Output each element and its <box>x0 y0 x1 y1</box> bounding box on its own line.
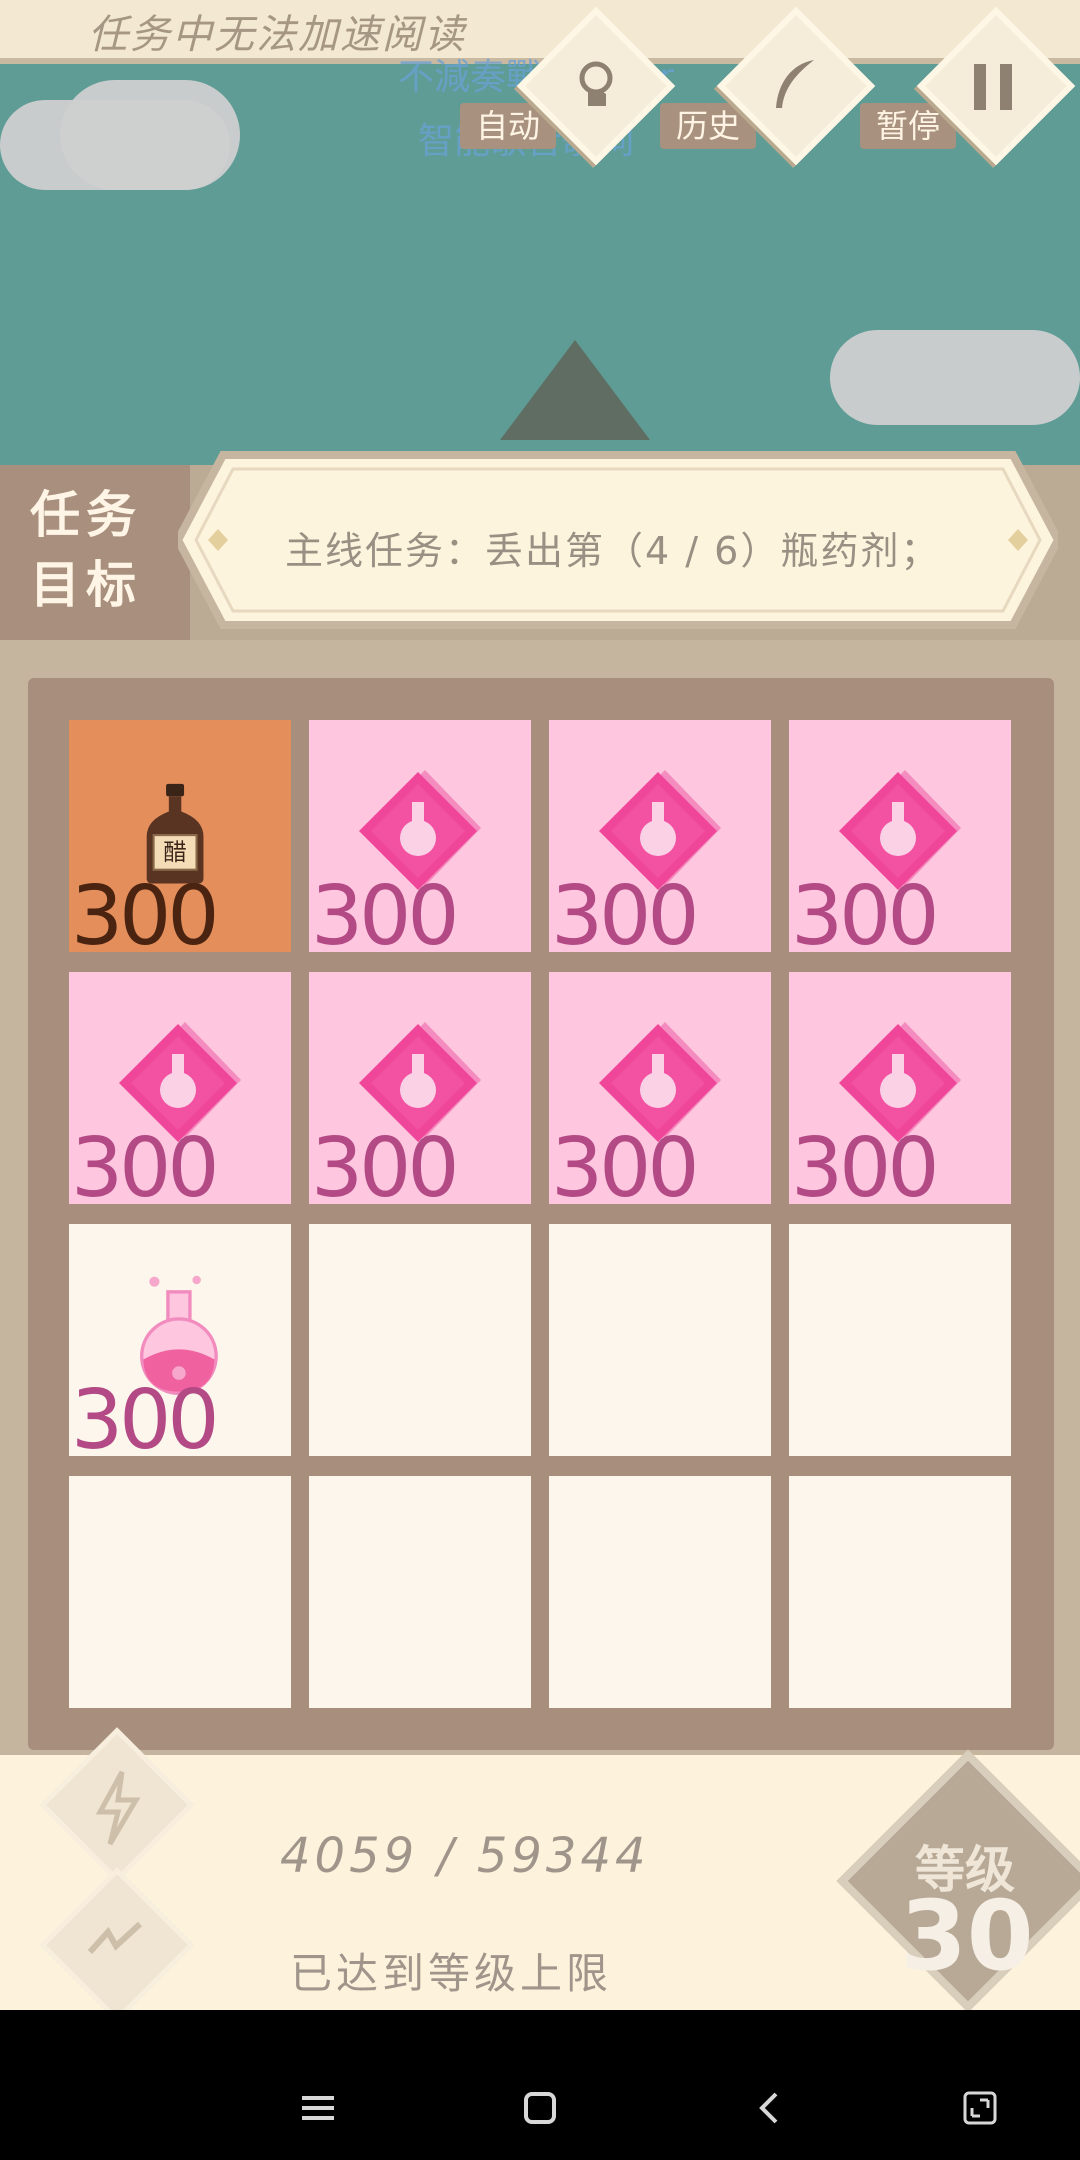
board-cell-gem[interactable]: 300 <box>549 720 771 958</box>
zigzag-icon <box>82 1912 152 1972</box>
cloud-left-2 <box>60 80 240 190</box>
cell-value: 300 <box>71 1121 220 1216</box>
cell-value: 300 <box>311 869 460 964</box>
board-cell-empty[interactable] <box>789 1224 1011 1456</box>
board-cell-gem[interactable]: 300 <box>549 972 771 1210</box>
cloud-right <box>830 330 1080 425</box>
level-value: 30 <box>900 1880 1034 1992</box>
rotate-screen-icon[interactable] <box>962 2090 998 2133</box>
board-cell-potion[interactable]: 300 <box>69 1224 291 1462</box>
board-cell-vinegar[interactable]: 醋 300 <box>69 720 291 958</box>
board-cell-gem[interactable]: 300 <box>789 972 1011 1210</box>
cell-value: 300 <box>71 1373 220 1468</box>
board-cell-gem[interactable]: 300 <box>309 972 531 1210</box>
max-level-text: 已达到等级上限 <box>290 1949 613 1998</box>
back-icon[interactable] <box>752 2090 788 2133</box>
board-cell-empty[interactable] <box>69 1476 291 1708</box>
cell-value: 300 <box>791 869 940 964</box>
board-cell-empty[interactable] <box>549 1476 771 1708</box>
task-text: 主线任务：丢出第（4 / 6）瓶药剂； <box>285 529 941 573</box>
cell-value: 300 <box>791 1121 940 1216</box>
board-cell-empty[interactable] <box>309 1224 531 1456</box>
hand-pointer-icon <box>566 58 626 118</box>
experience-progress: 4059 / 59344 <box>280 1828 650 1884</box>
cell-value: 300 <box>311 1121 460 1216</box>
board-cell-gem[interactable]: 300 <box>69 972 291 1210</box>
board-cell-empty[interactable] <box>789 1476 1011 1708</box>
menu-icon[interactable] <box>300 2090 336 2133</box>
cell-value: 300 <box>551 1121 700 1216</box>
board-cell-empty[interactable] <box>549 1224 771 1456</box>
task-label-line-2: 目标 <box>30 556 142 614</box>
feather-icon <box>762 52 828 118</box>
cell-value: 300 <box>71 869 220 964</box>
board-cell-gem[interactable]: 300 <box>789 720 1011 958</box>
cell-value: 300 <box>551 869 700 964</box>
home-icon[interactable] <box>522 2090 558 2133</box>
pause-icon <box>970 62 1020 112</box>
task-label-box: 任务 目标 <box>0 465 190 640</box>
task-label-line-1: 任务 <box>30 486 142 544</box>
mountain-peak <box>500 340 650 440</box>
bottle-label: 醋 <box>163 838 187 866</box>
board-cell-gem[interactable]: 300 <box>309 720 531 958</box>
system-navigation-bar <box>0 2010 1080 2160</box>
board-cell-empty[interactable] <box>309 1476 531 1708</box>
lightning-icon <box>88 1768 148 1848</box>
